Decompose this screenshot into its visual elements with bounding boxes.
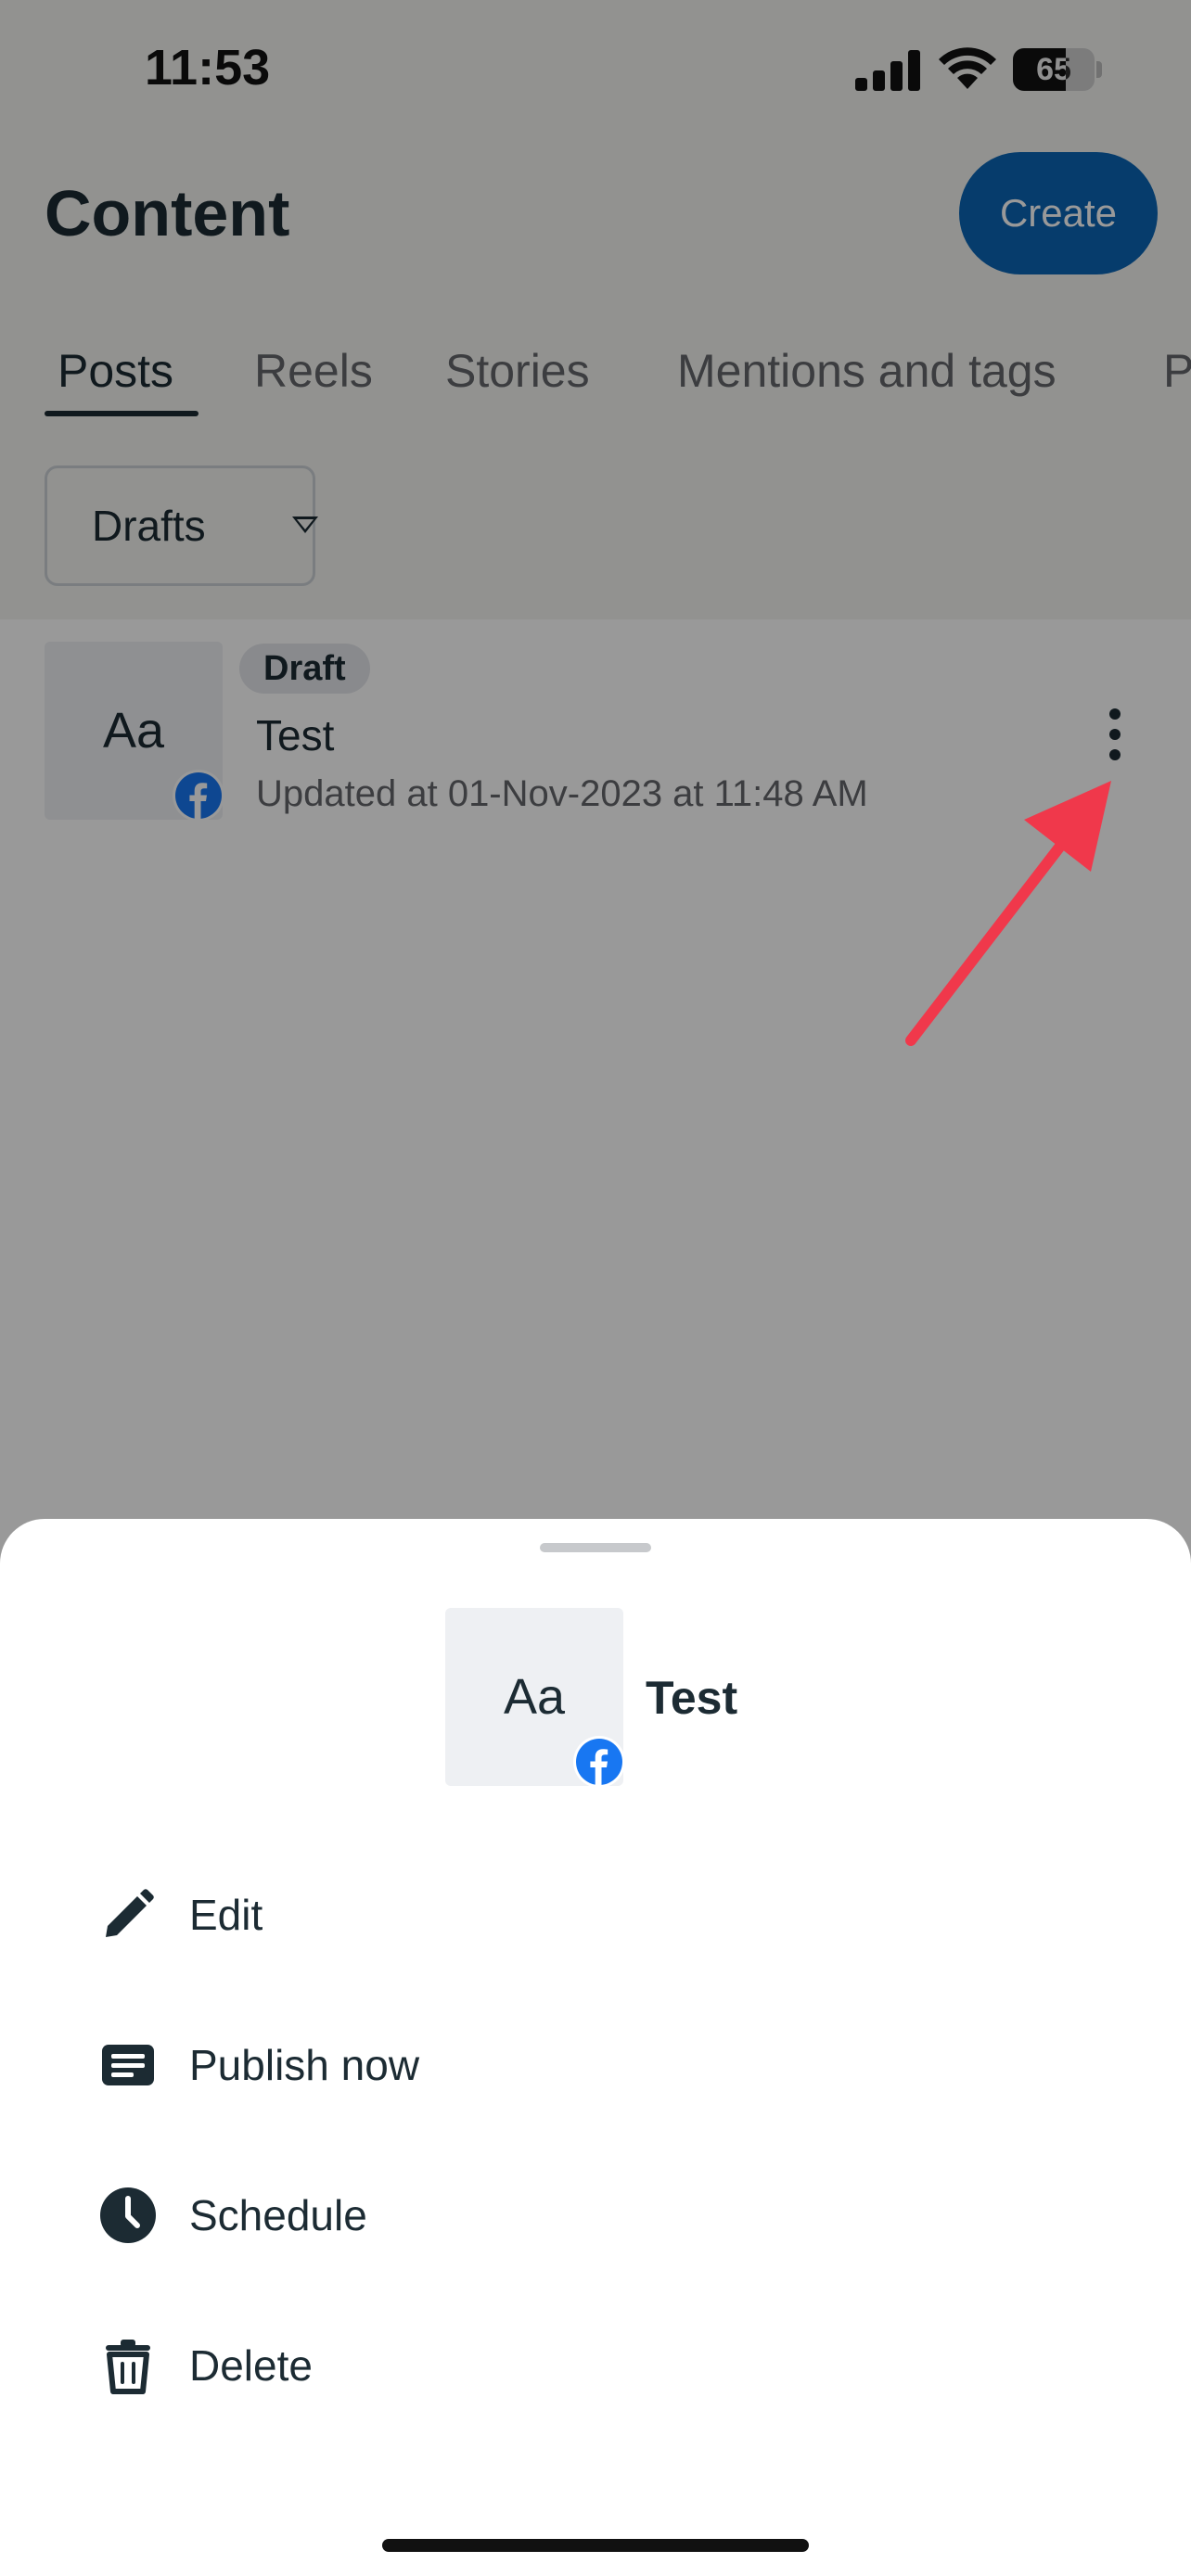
publish-now-action[interactable]: Publish now bbox=[0, 1996, 1191, 2135]
edit-action[interactable]: Edit bbox=[0, 1845, 1191, 1984]
clock-icon bbox=[96, 2184, 160, 2247]
post-actions-sheet: Aa Test Edit Publish now Schedule Delete bbox=[0, 1519, 1191, 2576]
facebook-icon bbox=[573, 1736, 625, 1788]
document-icon bbox=[96, 2034, 160, 2097]
schedule-label: Schedule bbox=[189, 2191, 367, 2239]
publish-now-label: Publish now bbox=[189, 2041, 420, 2089]
sheet-thumbnail-text: Aa bbox=[503, 1669, 566, 1725]
sheet-grabber[interactable] bbox=[540, 1543, 651, 1552]
pencil-icon bbox=[96, 1883, 160, 1946]
delete-action[interactable]: Delete bbox=[0, 2296, 1191, 2435]
home-indicator[interactable] bbox=[382, 2539, 809, 2552]
schedule-action[interactable]: Schedule bbox=[0, 2146, 1191, 2285]
delete-label: Delete bbox=[189, 2341, 313, 2390]
sheet-post-title: Test bbox=[646, 1672, 738, 1724]
edit-label: Edit bbox=[189, 1891, 263, 1939]
trash-icon bbox=[96, 2334, 160, 2397]
